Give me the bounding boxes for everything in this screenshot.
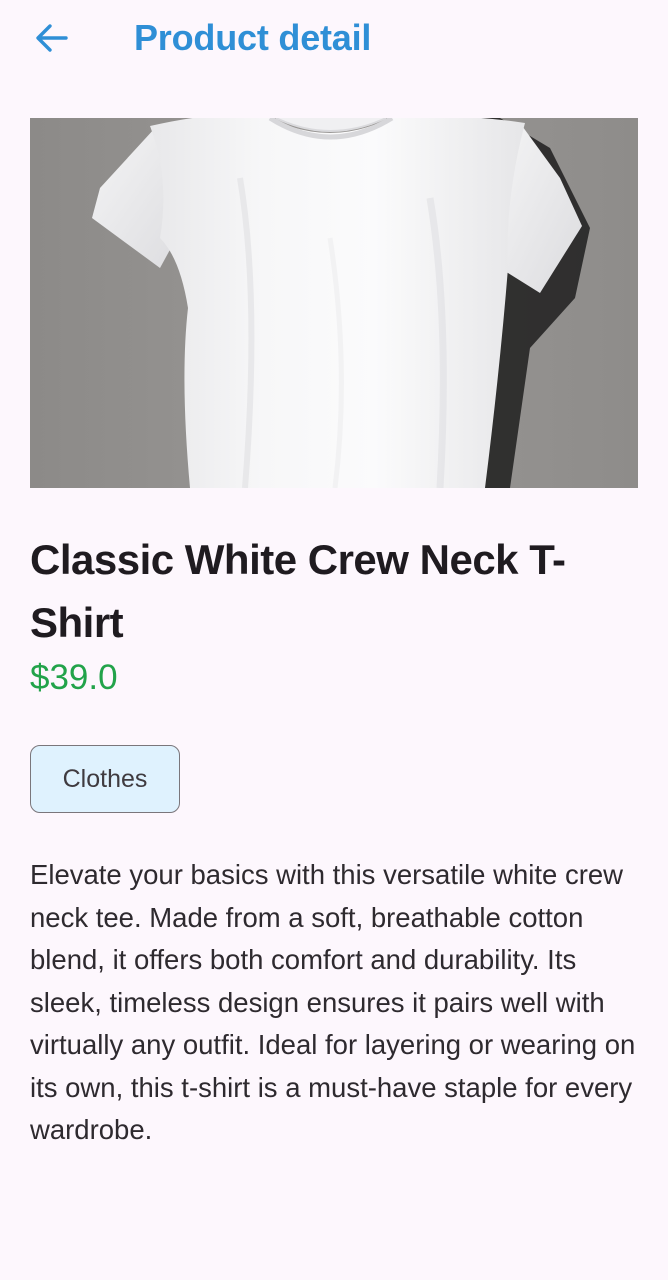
product-description: Elevate your basics with this versatile … <box>30 859 636 1145</box>
category-chip[interactable]: Clothes <box>30 745 180 813</box>
product-price: $39.0 <box>30 658 118 697</box>
page-title: Product detail <box>134 17 372 58</box>
app-bar: Product detail <box>0 0 668 78</box>
arrow-left-icon <box>36 24 68 52</box>
product-name: Classic White Crew Neck T-Shirt <box>30 536 566 646</box>
product-image <box>30 118 638 488</box>
back-button[interactable] <box>26 12 78 64</box>
